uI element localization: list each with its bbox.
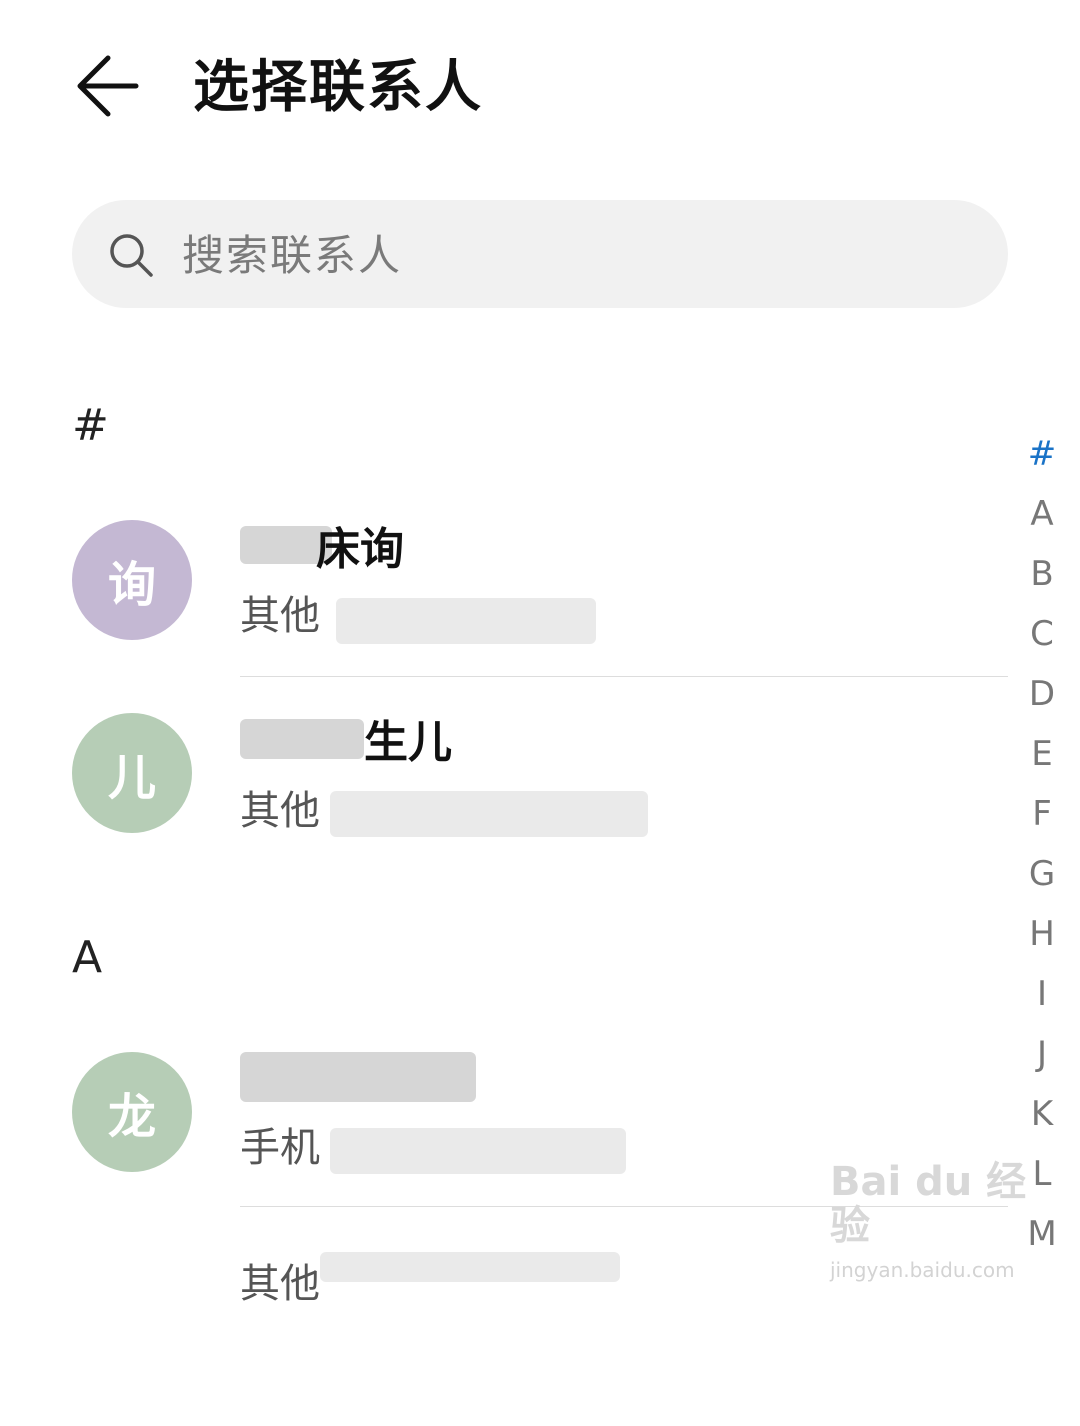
search-bar[interactable] bbox=[72, 200, 1008, 308]
contact-label: 手机 bbox=[240, 1125, 320, 1171]
page-title: 选择联系人 bbox=[193, 55, 483, 120]
contact-label: 其他 bbox=[240, 593, 320, 639]
contact-name: 床询 bbox=[316, 524, 404, 575]
contact-row[interactable]: 询 床询 其他 bbox=[0, 500, 1010, 690]
divider bbox=[240, 676, 1008, 677]
index-letter-j[interactable]: J bbox=[1012, 1034, 1072, 1074]
index-letter-hash[interactable]: # bbox=[1012, 434, 1072, 474]
section-header-hash: # bbox=[72, 400, 109, 451]
index-letter-i[interactable]: I bbox=[1012, 974, 1072, 1014]
avatar: 龙 bbox=[72, 1052, 192, 1172]
index-letter-c[interactable]: C bbox=[1012, 614, 1072, 654]
section-header-a: A bbox=[72, 932, 103, 983]
index-letter-h[interactable]: H bbox=[1012, 914, 1072, 954]
index-letter-g[interactable]: G bbox=[1012, 854, 1072, 894]
search-input[interactable] bbox=[180, 224, 964, 286]
watermark-url: jingyan.baidu.com bbox=[830, 1258, 1015, 1282]
blurred-name-part bbox=[240, 719, 364, 759]
index-letter-d[interactable]: D bbox=[1012, 674, 1072, 714]
blurred-name bbox=[240, 1052, 476, 1102]
search-icon bbox=[110, 234, 153, 277]
contact-label: 其他 bbox=[240, 788, 320, 834]
back-arrow-icon[interactable] bbox=[70, 50, 150, 122]
index-letter-k[interactable]: K bbox=[1012, 1094, 1072, 1134]
avatar: 询 bbox=[72, 520, 192, 640]
blurred-phone bbox=[336, 598, 596, 644]
avatar: 儿 bbox=[72, 713, 192, 833]
watermark-brand: Bai du 经验 bbox=[830, 1159, 1027, 1249]
index-letter-a[interactable]: A bbox=[1012, 494, 1072, 534]
contact-label: 其他 bbox=[240, 1261, 320, 1307]
index-letter-b[interactable]: B bbox=[1012, 554, 1072, 594]
index-letter-f[interactable]: F bbox=[1012, 794, 1072, 834]
contact-name: 生儿 bbox=[364, 717, 452, 768]
contact-row[interactable]: 儿 生儿 其他 bbox=[0, 693, 1010, 883]
baidu-watermark: Bai du 经验 jingyan.baidu.com bbox=[830, 1159, 1030, 1282]
alphabet-index-bar[interactable]: # A B C D E F G H I J K L M bbox=[1012, 430, 1072, 1278]
header: 选择联系人 bbox=[0, 0, 1080, 180]
index-letter-e[interactable]: E bbox=[1012, 734, 1072, 774]
blurred-phone bbox=[330, 791, 648, 837]
blurred-phone bbox=[330, 1128, 626, 1174]
